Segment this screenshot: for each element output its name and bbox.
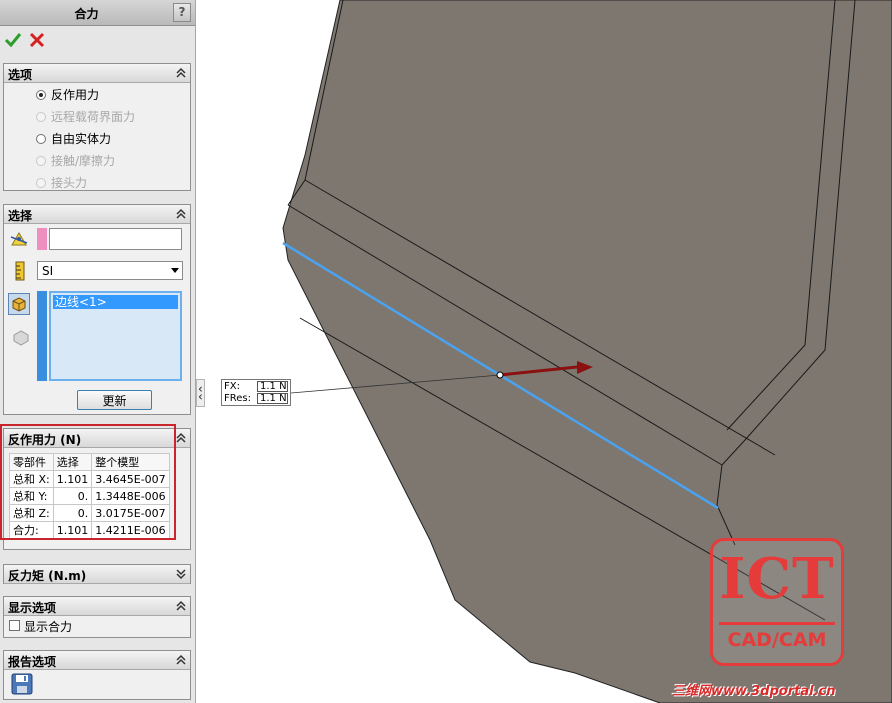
row-label: 总和 Y: [9, 487, 54, 505]
radio-button[interactable] [36, 112, 46, 122]
help-button[interactable]: ? [173, 3, 191, 22]
update-button[interactable]: 更新 [77, 390, 152, 410]
cancel-x-icon[interactable] [28, 31, 46, 49]
radio-contact-friction-force[interactable]: 接触/摩擦力 [36, 152, 115, 168]
options-group: 选项 反作用力 远程载荷界面力 自由实体力 接触/摩擦力 接头力 [3, 63, 191, 191]
component-select-icon[interactable] [8, 293, 30, 315]
radio-button[interactable] [36, 178, 46, 188]
display-options-group-title: 显示选项 [8, 601, 57, 615]
reaction-force-table: 零部件 选择 整个模型 总和 X: 1.101 3.4645E-007 总和 Y… [9, 453, 170, 539]
reaction-force-group-header[interactable]: 反作用力 (N) [4, 429, 190, 448]
radio-label: 反作用力 [51, 88, 100, 102]
fres-value: 1.1 N [257, 393, 288, 404]
radio-reaction-force[interactable]: 反作用力 [36, 86, 99, 102]
reaction-moment-group-header[interactable]: 反力矩 (N.m) [4, 565, 190, 584]
force-origin-point [496, 371, 504, 379]
options-group-header[interactable]: 选项 [4, 64, 190, 83]
options-group-title: 选项 [8, 68, 33, 82]
model-value: 1.4211E-006 [91, 521, 170, 539]
row-label: 合力: [9, 521, 54, 539]
selected-entities-list[interactable]: 边线<1> [49, 291, 182, 381]
collapse-chevron-up-icon[interactable] [175, 654, 187, 666]
site-watermark: 三维网www.3dportal.cn [672, 684, 836, 699]
save-report-icon[interactable] [11, 673, 33, 695]
selection-group-header[interactable]: 选择 [4, 205, 190, 224]
panel-collapse-handle[interactable] [196, 379, 205, 407]
model-value: 3.4645E-007 [91, 470, 170, 488]
radio-remote-load-force[interactable]: 远程载荷界面力 [36, 108, 135, 124]
report-options-group-title: 报告选项 [8, 655, 57, 669]
radio-button[interactable] [36, 156, 46, 166]
radio-label: 接头力 [51, 176, 88, 190]
fx-label: FX: [224, 381, 240, 392]
selection-color-swatch [37, 228, 47, 250]
ok-check-icon[interactable] [4, 31, 22, 49]
reaction-moment-group: 反力矩 (N.m) [3, 564, 191, 584]
selection-list-indicator [37, 291, 47, 381]
reaction-force-group: 反作用力 (N) 零部件 选择 整个模型 总和 X: 1.101 3.4645E… [3, 428, 191, 550]
collapse-chevron-up-icon[interactable] [175, 208, 187, 220]
column-header-whole-model: 整个模型 [91, 453, 170, 471]
model-value: 3.0175E-007 [91, 504, 170, 522]
fx-value: 1.1 N [257, 381, 288, 392]
logo-sub-text: CAD/CAM [719, 622, 835, 653]
table-row: 总和 Z: 0. 3.0175E-007 [9, 504, 170, 522]
collapse-chevron-up-icon[interactable] [175, 600, 187, 612]
show-resultant-checkbox[interactable] [9, 620, 20, 631]
selection-group-title: 选择 [8, 209, 33, 223]
show-resultant-label: 显示合力 [24, 620, 73, 634]
column-header-selection: 选择 [52, 453, 93, 471]
panel-titlebar: 合力 ? [0, 0, 195, 26]
ict-logo: ICT CAD/CAM [710, 538, 844, 666]
table-row: 总和 X: 1.101 3.4645E-007 [9, 470, 170, 488]
collapse-chevron-up-icon[interactable] [175, 432, 187, 444]
model-value: 1.3448E-006 [91, 487, 170, 505]
radio-label: 接触/摩擦力 [51, 154, 116, 168]
units-select[interactable]: SI [37, 261, 183, 280]
report-options-group: 报告选项 [3, 650, 191, 700]
radio-free-body-force[interactable]: 自由实体力 [36, 130, 111, 146]
logo-main-text: ICT [719, 546, 835, 612]
panel-title: 合力 [74, 7, 99, 21]
display-options-group-header[interactable]: 显示选项 [4, 597, 190, 616]
expand-chevron-down-icon[interactable] [175, 568, 187, 580]
radio-connector-force[interactable]: 接头力 [36, 174, 87, 190]
radio-button[interactable] [36, 134, 46, 144]
table-header-row: 零部件 选择 整个模型 [9, 453, 170, 471]
reaction-force-group-title: 反作用力 (N) [8, 433, 82, 447]
selection-value: 0. [52, 487, 93, 505]
radio-label: 远程载荷界面力 [51, 110, 136, 124]
report-options-group-header[interactable]: 报告选项 [4, 651, 190, 670]
selection-group: 选择 SI 边线<1> 更新 [3, 204, 191, 415]
chevron-down-icon[interactable] [171, 268, 179, 273]
table-row: 合力: 1.101 1.4211E-006 [9, 521, 170, 539]
property-manager-panel: 合力 ? 选项 反作用力 远程载荷界面力 自由实体力 接触/摩擦力 接头力 选择… [0, 0, 196, 703]
radio-button[interactable] [36, 90, 46, 100]
units-select-value: SI [42, 264, 54, 278]
table-row: 总和 Y: 0. 1.3448E-006 [9, 487, 170, 505]
row-label: 总和 X: [9, 470, 54, 488]
face-vertex-selection-icon [10, 232, 28, 246]
display-options-group: 显示选项 显示合力 [3, 596, 191, 638]
fres-label: FRes: [224, 393, 251, 404]
faded-part-icon [13, 330, 29, 346]
selection-value: 1.101 [52, 470, 93, 488]
selection-value: 1.101 [52, 521, 93, 539]
list-item[interactable]: 边线<1> [53, 295, 178, 309]
reaction-moment-group-title: 反力矩 (N.m) [8, 569, 87, 583]
row-label: 总和 Z: [9, 504, 54, 522]
force-callout[interactable]: FX: 1.1 N FRes: 1.1 N [221, 379, 291, 406]
selection-input[interactable] [49, 228, 182, 250]
radio-label: 自由实体力 [51, 132, 112, 146]
ruler-units-icon [15, 261, 25, 281]
column-header-component: 零部件 [9, 453, 54, 471]
selection-value: 0. [52, 504, 93, 522]
collapse-chevron-up-icon[interactable] [175, 67, 187, 79]
